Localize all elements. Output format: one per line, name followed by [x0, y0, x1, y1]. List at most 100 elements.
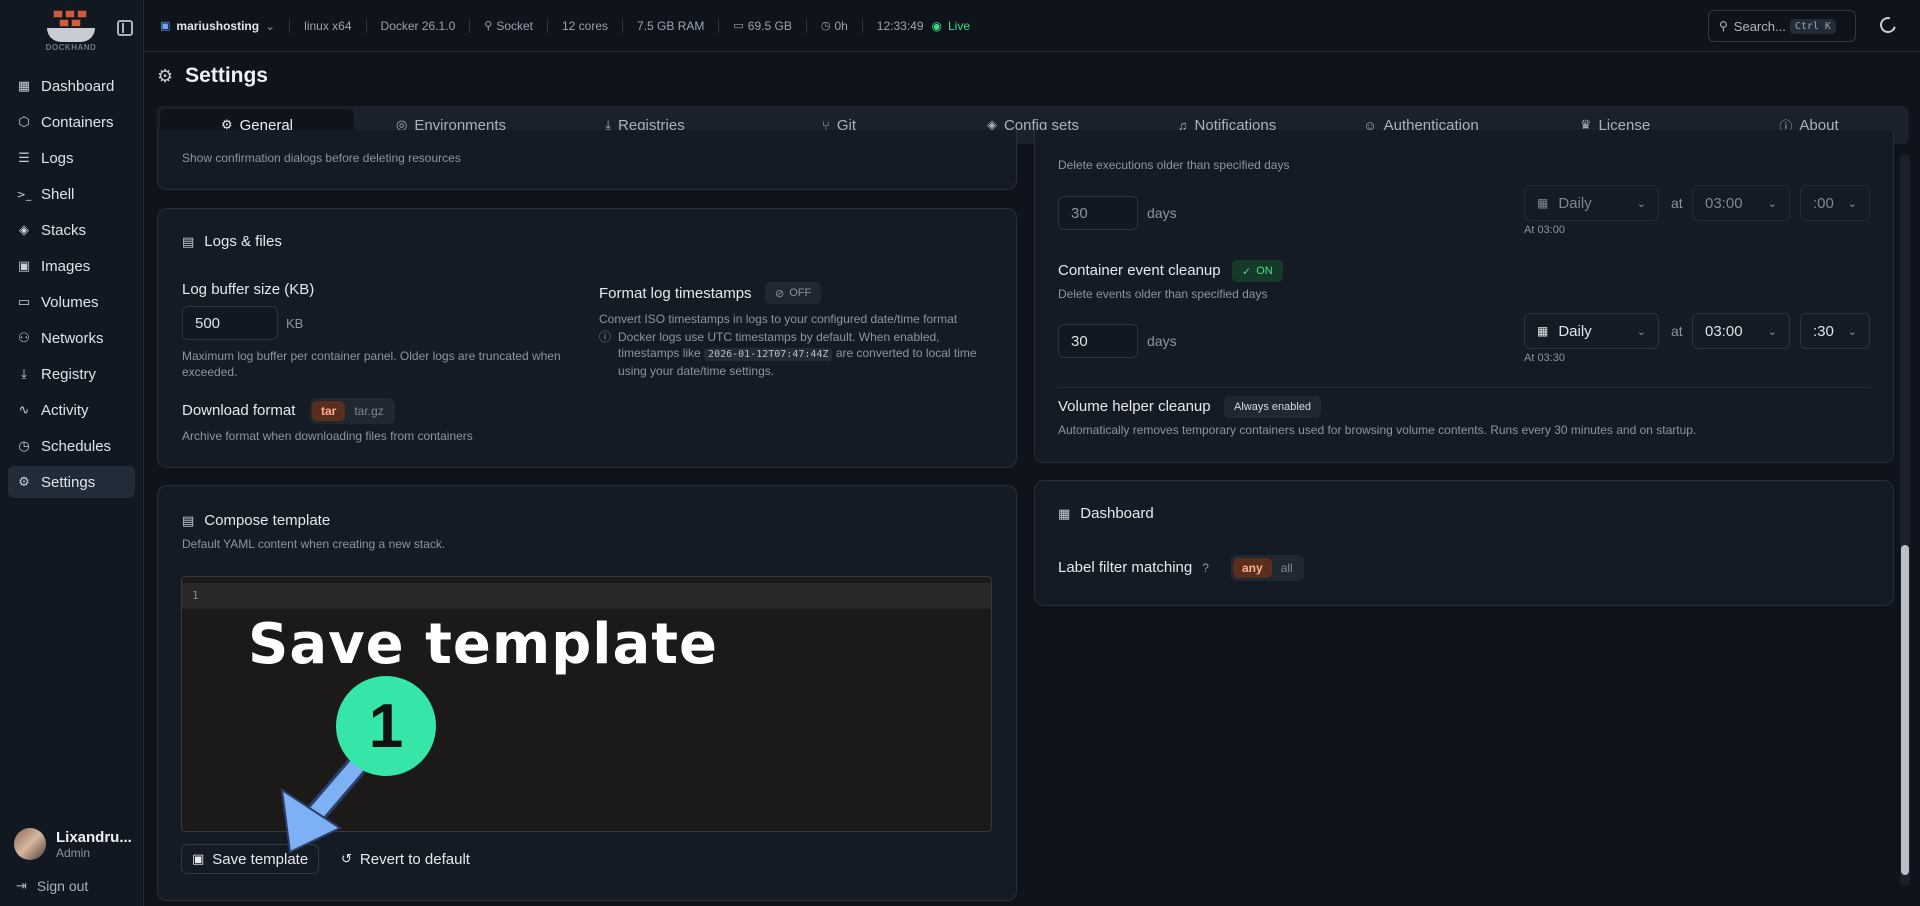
select-value: Daily	[1558, 194, 1592, 212]
filter-option-all[interactable]: all	[1272, 558, 1302, 578]
dashboard-card: ▦ Dashboard Label filter matching? any al…	[1034, 480, 1894, 606]
connection-type: ⚲ Socket	[484, 19, 533, 33]
sidebar-item-activity[interactable]: ∿ Activity	[8, 394, 135, 426]
sidebar-item-logs[interactable]: ☰ Logs	[8, 142, 135, 174]
sidebar-item-registry[interactable]: ⤓ Registry	[8, 358, 135, 390]
live-status: ◉ Live	[932, 19, 971, 33]
format-timestamps-note: ⓘ Docker logs use UTC timestamps by defa…	[599, 329, 989, 379]
avatar	[14, 828, 46, 860]
dashboard-icon: ▦	[1058, 505, 1071, 521]
step-number-badge: 1	[336, 676, 436, 776]
log-buffer-desc: Maximum log buffer per container panel. …	[182, 349, 561, 379]
container-icon: ⬡	[18, 114, 30, 130]
exec-frequency-select[interactable]: ▦ Daily ⌄	[1524, 185, 1659, 221]
scrollbar-thumb[interactable]	[1901, 545, 1909, 875]
activity-icon: ∿	[18, 402, 30, 418]
exec-minute-select[interactable]: :00 ⌄	[1800, 185, 1870, 221]
section-title-text: Compose template	[204, 512, 331, 529]
volume-cleanup-label: Volume helper cleanup	[1058, 398, 1211, 415]
search-placeholder: Search...	[1733, 18, 1786, 34]
exec-days-input[interactable]: 30	[1058, 196, 1138, 230]
event-days-input[interactable]: 30	[1058, 324, 1138, 358]
section-title: ▤ Logs & files	[182, 233, 282, 250]
sidebar-item-label: Logs	[41, 149, 74, 167]
chevron-down-icon: ⌄	[1636, 197, 1646, 210]
divider	[547, 18, 548, 33]
select-value: :00	[1813, 194, 1834, 212]
cleanup-card: Delete executions older than specified d…	[1034, 130, 1894, 463]
docker-version: Docker 26.1.0	[380, 18, 456, 33]
help-icon[interactable]: ?	[1202, 561, 1209, 575]
event-cleanup-toggle[interactable]: ✓ ON	[1232, 260, 1283, 282]
os-info: linux x64	[304, 18, 352, 33]
event-minute-select[interactable]: :30 ⌄	[1800, 313, 1870, 349]
label-filter-toggle: any all	[1231, 555, 1304, 581]
download-format-toggle: tar tar.gz	[310, 398, 395, 424]
sidebar: DOCKHAND ▦ Dashboard ⬡ Containers ☰ Logs >_…	[0, 0, 144, 906]
disk-label: 69.5 GB	[747, 18, 792, 33]
sidebar-item-label: Dashboard	[41, 77, 115, 95]
clock-icon: ◷	[820, 20, 831, 32]
search-input[interactable]: ⚲ Search... Ctrl K	[1708, 10, 1856, 42]
sidebar-item-shell[interactable]: >_ Shell	[8, 178, 135, 210]
log-buffer-input[interactable]: 500	[182, 306, 278, 340]
event-hour-select[interactable]: 03:00 ⌄	[1692, 313, 1790, 349]
sidebar-item-containers[interactable]: ⬡ Containers	[8, 106, 135, 138]
sign-out-button[interactable]: ⇥ Sign out	[16, 878, 88, 894]
layers-icon: ◈	[19, 222, 29, 238]
sign-out-label: Sign out	[36, 878, 89, 894]
log-buffer-unit: KB	[286, 316, 304, 331]
wifi-icon: ◉	[931, 18, 942, 33]
environment-selector[interactable]: ▣ mariushosting ⌄	[160, 19, 275, 33]
image-icon: ▣	[17, 258, 31, 274]
sidebar-item-label: Stacks	[41, 221, 87, 239]
theme-toggle-icon[interactable]	[1877, 14, 1899, 36]
uptime: ◷ 0h	[821, 19, 848, 33]
scrollbar[interactable]	[1900, 155, 1910, 885]
sidebar-item-networks[interactable]: ⚇ Networks	[8, 322, 135, 354]
logs-files-card: ▤ Logs & files Log buffer size (KB) 500 K…	[157, 208, 1017, 468]
info-icon: ⓘ	[599, 330, 612, 344]
sidebar-item-dashboard[interactable]: ▦ Dashboard	[8, 70, 135, 102]
download-option-tar[interactable]: tar	[312, 401, 346, 421]
dockhand-logo[interactable]: DOCKHAND	[40, 0, 102, 52]
chevron-down-icon: ⌄	[1847, 197, 1857, 210]
event-frequency-select[interactable]: ▦ Daily ⌄	[1524, 313, 1659, 349]
sidebar-item-images[interactable]: ▣ Images	[8, 250, 135, 282]
sidebar-item-schedules[interactable]: ◷ Schedules	[8, 430, 135, 462]
event-cleanup-label: Container event cleanup	[1058, 262, 1221, 279]
download-option-targz[interactable]: tar.gz	[345, 401, 392, 421]
select-value: :30	[1813, 322, 1834, 340]
sidebar-item-stacks[interactable]: ◈ Stacks	[8, 214, 135, 246]
divider	[469, 18, 471, 33]
search-icon: ⚲	[1719, 19, 1728, 33]
format-timestamps-toggle[interactable]: ⊘ OFF	[765, 282, 822, 304]
check-icon: ✓	[1242, 265, 1252, 278]
sidebar-item-volumes[interactable]: ▭ Volumes	[8, 286, 135, 318]
format-timestamps-label: Format log timestamps	[599, 285, 752, 302]
user-profile[interactable]: Lixandru... Admin	[14, 828, 132, 860]
sidebar-item-label: Networks	[41, 329, 104, 347]
file-icon: ▤	[182, 233, 195, 249]
compose-template-desc: Default YAML content when creating a new…	[182, 537, 446, 551]
chevron-down-icon: ⌄	[1847, 325, 1857, 338]
terminal-icon: >_	[16, 187, 32, 201]
search-shortcut: Ctrl K	[1789, 18, 1836, 34]
plug-icon: ⚲	[484, 20, 493, 32]
sidebar-toggle-icon[interactable]	[117, 20, 133, 36]
divider	[861, 18, 863, 33]
select-value: Daily	[1558, 322, 1592, 340]
ban-icon: ⊘	[775, 287, 785, 300]
filter-option-any[interactable]: any	[1233, 558, 1272, 578]
sidebar-item-label: Settings	[41, 473, 96, 491]
days-unit: days	[1147, 333, 1177, 349]
chevron-down-icon: ⌄	[1636, 325, 1646, 338]
sidebar-item-settings[interactable]: ⚙ Settings	[8, 466, 135, 498]
exec-hour-select[interactable]: 03:00 ⌄	[1692, 185, 1790, 221]
calendar-icon: ▦	[1537, 324, 1549, 338]
volume-cleanup-desc: Automatically removes temporary containe…	[1058, 423, 1697, 437]
label-filter-label: Label filter matching?	[1058, 559, 1209, 576]
days-unit: days	[1147, 205, 1177, 221]
section-title: ▦ Dashboard	[1058, 505, 1154, 522]
timestamp-example: 2026-01-12T07:47:44Z	[704, 348, 833, 361]
